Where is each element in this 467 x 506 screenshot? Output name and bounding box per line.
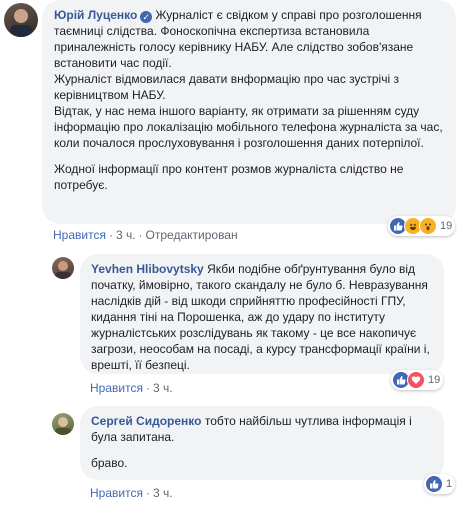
like-icon bbox=[425, 475, 443, 493]
like-button[interactable]: Нравится bbox=[53, 228, 106, 242]
comment-actions: Нравится · 3 ч. bbox=[90, 381, 173, 395]
avatar[interactable] bbox=[52, 413, 74, 435]
edited-label[interactable]: Отредактирован bbox=[146, 228, 238, 242]
timestamp[interactable]: 3 ч. bbox=[153, 486, 173, 500]
avatar[interactable] bbox=[4, 3, 38, 37]
person-photo-icon bbox=[55, 261, 71, 279]
comment-text: Жодної інформації про контент розмов жур… bbox=[54, 162, 404, 192]
reactions-summary[interactable]: 19 bbox=[388, 216, 456, 236]
comment-text: браво. bbox=[91, 456, 128, 470]
comment-author[interactable]: Сергей Сидоренко bbox=[91, 414, 201, 428]
comment-text: Відтак, у нас нема іншого варіанту, як о… bbox=[54, 104, 443, 150]
comment-bubble: Сергей Сидоренко тобто найбільш чутлива … bbox=[80, 406, 444, 480]
timestamp[interactable]: 3 ч. bbox=[116, 228, 136, 242]
reactions-summary[interactable]: 19 bbox=[391, 370, 444, 390]
avatar[interactable] bbox=[52, 257, 74, 279]
comment-text: Журналіст відмовилася давати внформацію … bbox=[54, 72, 399, 102]
comment-text: Якби подібне обґрунтування було від поча… bbox=[91, 262, 430, 372]
comment-author[interactable]: Yevhen Hlibovytsky bbox=[91, 262, 204, 276]
comment-actions: Нравится · 3 ч. · Отредактирован bbox=[53, 228, 238, 242]
like-button[interactable]: Нравится bbox=[90, 486, 143, 500]
wow-icon bbox=[419, 217, 437, 235]
verified-badge-icon: ✓ bbox=[140, 11, 153, 23]
comment-bubble: Yevhen Hlibovytsky Якби подібне обґрунту… bbox=[80, 254, 444, 374]
comment-author[interactable]: Юрій Луценко bbox=[54, 8, 137, 22]
love-icon bbox=[407, 371, 425, 389]
comment-bubble: Юрій Луценко ✓ Журналіст є свідком у справ… bbox=[42, 0, 456, 224]
reaction-count: 1 bbox=[446, 478, 453, 490]
like-button[interactable]: Нравится bbox=[90, 381, 143, 395]
person-photo-icon bbox=[10, 9, 32, 37]
comment-actions: Нравится · 3 ч. bbox=[90, 486, 173, 500]
timestamp[interactable]: 3 ч. bbox=[153, 381, 173, 395]
reaction-count: 19 bbox=[428, 374, 441, 386]
reaction-count: 19 bbox=[440, 220, 453, 232]
reactions-summary[interactable]: 1 bbox=[424, 474, 456, 494]
person-photo-icon bbox=[55, 417, 71, 435]
